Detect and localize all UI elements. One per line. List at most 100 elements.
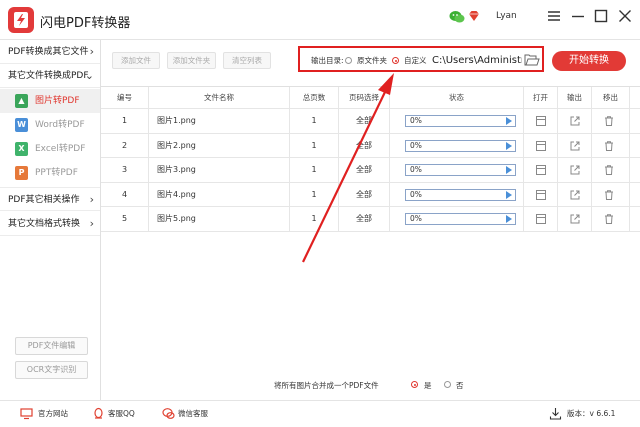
progress-text: 0% [410,165,422,174]
header-remove: 移出 [592,87,630,108]
table-row[interactable]: 3 图片3.png 1 全部 0% [101,158,640,183]
play-icon[interactable] [506,117,512,125]
row-status: 0% [390,133,524,157]
maximize-icon[interactable] [592,7,610,25]
external-link-icon[interactable] [569,213,581,225]
sidebar-category-pdf-other-ops[interactable]: PDF其它相关操作 › [0,187,100,211]
radio-merge-no[interactable] [444,381,451,388]
table-row[interactable]: 2 图片2.png 1 全部 0% [101,133,640,158]
play-icon[interactable] [506,215,512,223]
file-table: 编号 文件名称 总页数 页码选择 状态 打开 输出 移出 1 图片1.png 1 全部… [101,86,640,232]
qq-support-link[interactable]: 客服QQ [108,408,135,420]
clear-list-button[interactable]: 清空列表 [223,52,271,69]
start-convert-button[interactable]: 开始转换 [552,51,626,71]
progress-text: 0% [410,140,422,150]
radio-custom[interactable] [392,57,399,64]
header-open: 打开 [524,87,558,108]
sidebar-item-image-to-pdf[interactable]: ▲ 图片转PDF [0,89,100,113]
vip-diamond-icon[interactable] [468,10,480,22]
close-icon[interactable] [616,7,634,25]
add-folder-button[interactable]: 添加文件夹 [167,52,216,69]
open-file-icon[interactable] [535,115,547,127]
header-pages: 总页数 [290,87,339,108]
play-icon[interactable] [506,141,512,150]
sidebar-category-label: 其它文件转换成PDF [8,71,89,81]
sidebar-category-doc-format[interactable]: 其它文档格式转换 › [0,212,100,236]
wechat-icon[interactable] [449,9,465,25]
play-icon[interactable] [506,190,512,199]
row-page-range[interactable]: 全部 [339,109,390,133]
radio-source-folder[interactable] [345,57,352,64]
row-output [558,133,592,157]
table-row[interactable]: 4 图片4.png 1 全部 0% [101,182,640,207]
app-title: 闪电PDF转换器 [40,16,131,31]
sidebar-item-label: 图片转PDF [35,96,80,106]
row-pages: 1 [290,109,339,133]
header-output: 输出 [558,87,592,108]
radio-merge-yes[interactable] [411,381,418,388]
output-path-input[interactable] [432,53,522,68]
external-link-icon[interactable] [569,140,581,152]
header-page-range: 页码选择 [339,87,390,108]
website-link[interactable]: 官方网站 [38,408,68,420]
sidebar-category-label: 其它文档格式转换 [8,219,81,229]
row-pages: 1 [290,133,339,157]
add-file-button[interactable]: 添加文件 [112,52,160,69]
open-file-icon[interactable] [535,213,547,225]
external-link-icon[interactable] [569,115,581,127]
header-no: 编号 [101,87,149,108]
row-remove [592,182,630,206]
row-no: 4 [101,182,149,206]
title-bar: 闪电PDF转换器 Lyan [0,0,640,40]
row-page-range[interactable]: 全部 [339,133,390,157]
sidebar-category-other-to-pdf[interactable]: 其它文件转换成PDF ⌄ [0,64,100,88]
table-row[interactable]: 5 图片5.png 1 全部 0% [101,207,640,232]
table-row[interactable]: 1 图片1.png 1 全部 0% [101,109,640,134]
row-status: 0% [390,207,524,231]
row-no: 3 [101,158,149,182]
row-no: 5 [101,207,149,231]
image-icon: ▲ [15,94,28,108]
open-file-icon[interactable] [535,164,547,176]
progress-bar: 0% [405,188,516,201]
output-directory-group: 输出目录: 原文件夹 自定义 [298,46,544,72]
row-output [558,158,592,182]
menu-icon[interactable] [545,7,563,25]
sidebar-item-ppt-to-pdf[interactable]: P PPT转PDF [0,161,100,185]
external-link-icon[interactable] [569,164,581,176]
user-name[interactable]: Lyan [496,11,517,21]
download-icon[interactable] [549,407,562,420]
minimize-icon[interactable] [569,7,587,25]
sidebar-item-label: Word转PDF [35,120,85,130]
trash-icon[interactable] [603,189,615,201]
chevron-right-icon: › [89,217,94,230]
trash-icon[interactable] [603,213,615,225]
trash-icon[interactable] [603,115,615,127]
chevron-right-icon: › [89,45,94,58]
row-page-range[interactable]: 全部 [339,207,390,231]
sidebar: PDF转换成其它文件 › 其它文件转换成PDF ⌄ ▲ 图片转PDF W Word转… [0,40,101,400]
word-icon: W [15,118,28,132]
progress-text: 0% [410,189,422,199]
row-open [524,109,558,133]
trash-icon[interactable] [603,164,615,176]
chevron-right-icon: › [89,193,94,206]
excel-icon: X [15,142,28,156]
trash-icon[interactable] [603,140,615,152]
folder-open-icon[interactable] [524,53,540,67]
ocr-button[interactable]: OCR文字识别 [15,361,88,379]
row-pages: 1 [290,182,339,206]
pdf-edit-button[interactable]: PDF文件编辑 [15,337,88,355]
row-pages: 1 [290,158,339,182]
wechat-support-link[interactable]: 微信客服 [178,408,208,420]
open-file-icon[interactable] [535,140,547,152]
external-link-icon[interactable] [569,189,581,201]
sidebar-item-excel-to-pdf[interactable]: X Excel转PDF [0,137,100,161]
sidebar-item-word-to-pdf[interactable]: W Word转PDF [0,113,100,137]
output-directory-label: 输出目录: [311,56,344,65]
row-page-range[interactable]: 全部 [339,182,390,206]
play-icon[interactable] [506,166,512,174]
row-page-range[interactable]: 全部 [339,158,390,182]
open-file-icon[interactable] [535,189,547,201]
sidebar-category-pdf-to-other[interactable]: PDF转换成其它文件 › [0,40,100,64]
